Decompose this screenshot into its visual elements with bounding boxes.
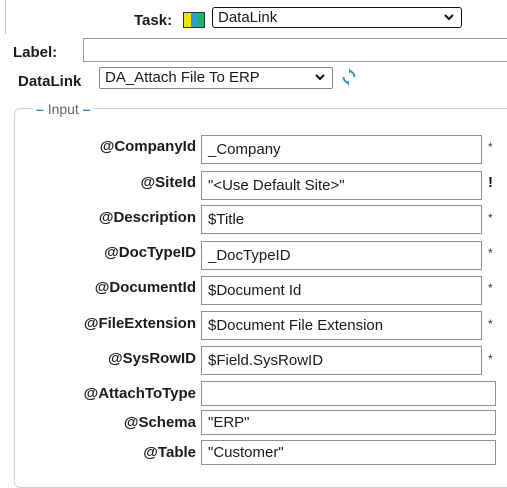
collapse-dash-icon: – bbox=[82, 101, 91, 117]
param-input[interactable]: $Title bbox=[201, 205, 482, 234]
label-field-label: Label: bbox=[13, 44, 58, 61]
task-select-value: DataLink bbox=[218, 9, 278, 26]
param-label: @CompanyId bbox=[99, 138, 196, 155]
param-input[interactable]: _Company bbox=[201, 135, 482, 164]
datalink-select-value: DA_Attach File To ERP bbox=[105, 69, 260, 86]
warning-marker: ! bbox=[488, 174, 493, 191]
param-label: @Description bbox=[98, 209, 196, 226]
param-label: @SysRowID bbox=[108, 350, 196, 367]
param-label: @DocTypeID bbox=[104, 244, 196, 261]
swatch-yellow bbox=[184, 13, 191, 27]
input-legend-label: Input bbox=[47, 101, 79, 117]
param-label: @Table bbox=[143, 444, 196, 461]
input-legend[interactable]: – Input – bbox=[33, 100, 94, 118]
param-input[interactable]: "ERP" bbox=[201, 410, 496, 435]
param-input[interactable]: $Document Id bbox=[201, 276, 482, 305]
param-input[interactable]: _DocTypeID bbox=[201, 241, 482, 270]
datalink-select[interactable]: DA_Attach File To ERP bbox=[99, 67, 333, 89]
chevron-down-icon bbox=[444, 14, 454, 21]
param-label: @DocumentId bbox=[94, 279, 196, 296]
param-label: @AttachToType bbox=[83, 385, 196, 402]
collapse-dash-icon: – bbox=[36, 101, 44, 117]
task-color-swatch-icon bbox=[183, 12, 205, 28]
param-label: @FileExtension bbox=[83, 315, 196, 332]
refresh-icon[interactable] bbox=[341, 68, 357, 86]
swatch-blue bbox=[190, 13, 198, 27]
left-border-rule bbox=[5, 0, 6, 34]
task-select[interactable]: DataLink bbox=[212, 7, 462, 28]
param-label: @Schema bbox=[123, 414, 196, 431]
required-marker: * bbox=[488, 281, 493, 295]
param-input[interactable]: $Document File Extension bbox=[201, 311, 482, 340]
param-input[interactable]: $Field.SysRowID bbox=[201, 346, 482, 375]
param-input[interactable]: "<Use Default Site>" bbox=[201, 171, 482, 200]
swatch-green bbox=[197, 13, 205, 27]
required-marker: * bbox=[488, 211, 493, 225]
param-input[interactable] bbox=[201, 381, 496, 406]
required-marker: * bbox=[488, 317, 493, 331]
param-input[interactable]: "Customer" bbox=[201, 440, 496, 465]
required-marker: * bbox=[488, 352, 493, 366]
param-label: @SiteId bbox=[140, 174, 196, 191]
required-marker: * bbox=[488, 246, 493, 260]
chevron-down-icon bbox=[315, 74, 325, 81]
required-marker: * bbox=[488, 140, 493, 154]
datalink-label: DataLink bbox=[18, 73, 82, 90]
task-label: Task: bbox=[134, 12, 173, 29]
label-input[interactable] bbox=[83, 38, 507, 62]
